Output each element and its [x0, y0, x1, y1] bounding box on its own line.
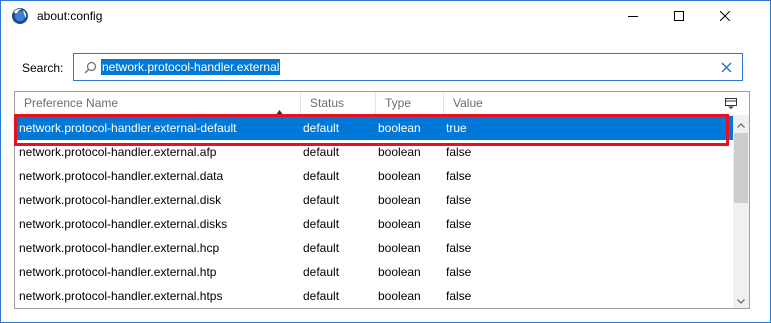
scroll-up-button[interactable]	[733, 115, 749, 132]
search-input[interactable]: network.protocol-handler.external	[73, 53, 743, 81]
preference-name: network.protocol-handler.external.hcp	[19, 241, 220, 255]
column-header-status-label: Status	[310, 96, 345, 110]
preferences-list[interactable]: Preference Name Status Type Value networ…	[14, 91, 750, 309]
list-header: Preference Name Status Type Value	[15, 92, 749, 116]
column-header-type[interactable]: Type	[375, 92, 443, 115]
about-config-window: about:config Search: network.protocol-ha…	[0, 0, 771, 323]
preference-rows: network.protocol-handler.external-defaul…	[15, 116, 733, 308]
preference-value: false	[446, 169, 472, 183]
close-icon	[720, 11, 730, 21]
preference-value: false	[446, 145, 472, 159]
preference-type: boolean	[378, 169, 421, 183]
preference-status: default	[303, 145, 340, 159]
preference-value: false	[446, 241, 472, 255]
preference-type: boolean	[378, 193, 421, 207]
preference-value: true	[446, 121, 467, 135]
chevron-down-icon	[737, 293, 745, 307]
firefox-icon	[11, 7, 29, 25]
minimize-icon	[628, 11, 638, 21]
close-button[interactable]	[702, 1, 748, 31]
preference-value: false	[446, 265, 472, 279]
preference-status: default	[303, 289, 340, 303]
preference-status: default	[303, 121, 340, 135]
preference-status: default	[303, 169, 340, 183]
table-row[interactable]: network.protocol-handler.external-defaul…	[15, 116, 733, 140]
search-value[interactable]: network.protocol-handler.external	[101, 59, 281, 75]
table-row[interactable]: network.protocol-handler.external.data d…	[15, 164, 733, 188]
maximize-icon	[674, 11, 684, 21]
scroll-thumb[interactable]	[734, 133, 748, 203]
table-row[interactable]: network.protocol-handler.external.afp de…	[15, 140, 733, 164]
search-label: Search:	[22, 61, 64, 75]
preference-type: boolean	[378, 217, 421, 231]
preference-name: network.protocol-handler.external.disk	[19, 193, 222, 207]
preference-name: network.protocol-handler.external-defaul…	[19, 121, 237, 135]
preference-value: false	[446, 193, 472, 207]
table-row[interactable]: network.protocol-handler.external.disk d…	[15, 188, 733, 212]
sort-ascending-icon	[275, 101, 284, 116]
preference-name: network.protocol-handler.external.data	[19, 169, 224, 183]
preference-type: boolean	[378, 145, 421, 159]
column-header-type-label: Type	[385, 96, 412, 110]
column-header-status[interactable]: Status	[300, 92, 375, 115]
scroll-down-button[interactable]	[733, 291, 749, 308]
table-row[interactable]: network.protocol-handler.external.htp de…	[15, 260, 733, 284]
preference-name: network.protocol-handler.external.htps	[19, 289, 223, 303]
preference-type: boolean	[378, 265, 421, 279]
maximize-button[interactable]	[656, 1, 702, 31]
preference-name: network.protocol-handler.external.htp	[19, 265, 217, 279]
table-row[interactable]: network.protocol-handler.external.hcp de…	[15, 236, 733, 260]
column-header-name-label: Preference Name	[24, 96, 119, 110]
column-header-value[interactable]: Value	[443, 92, 718, 115]
preference-type: boolean	[378, 241, 421, 255]
preference-type: boolean	[378, 289, 421, 303]
column-header-value-label: Value	[453, 96, 483, 110]
search-icon	[84, 61, 97, 74]
preference-value: false	[446, 217, 472, 231]
preference-name: network.protocol-handler.external.disks	[19, 217, 228, 231]
preference-type: boolean	[378, 121, 421, 135]
column-header-name[interactable]: Preference Name	[15, 92, 300, 116]
preference-status: default	[303, 265, 340, 279]
search-row: Search: network.protocol-handler.externa…	[1, 51, 770, 83]
minimize-button[interactable]	[610, 1, 656, 31]
preference-status: default	[303, 193, 340, 207]
table-row[interactable]: network.protocol-handler.external.disks …	[15, 212, 733, 236]
preference-value: false	[446, 289, 472, 303]
table-row[interactable]: network.protocol-handler.external.htps d…	[15, 284, 733, 308]
preference-name: network.protocol-handler.external.afp	[19, 145, 217, 159]
clear-icon[interactable]	[721, 62, 732, 73]
preference-status: default	[303, 241, 340, 255]
window-title: about:config	[37, 9, 103, 23]
column-picker-icon[interactable]	[725, 98, 737, 109]
vertical-scrollbar[interactable]	[733, 115, 749, 308]
title-bar[interactable]: about:config	[1, 1, 770, 31]
preference-status: default	[303, 217, 340, 231]
chevron-up-icon	[737, 117, 745, 131]
